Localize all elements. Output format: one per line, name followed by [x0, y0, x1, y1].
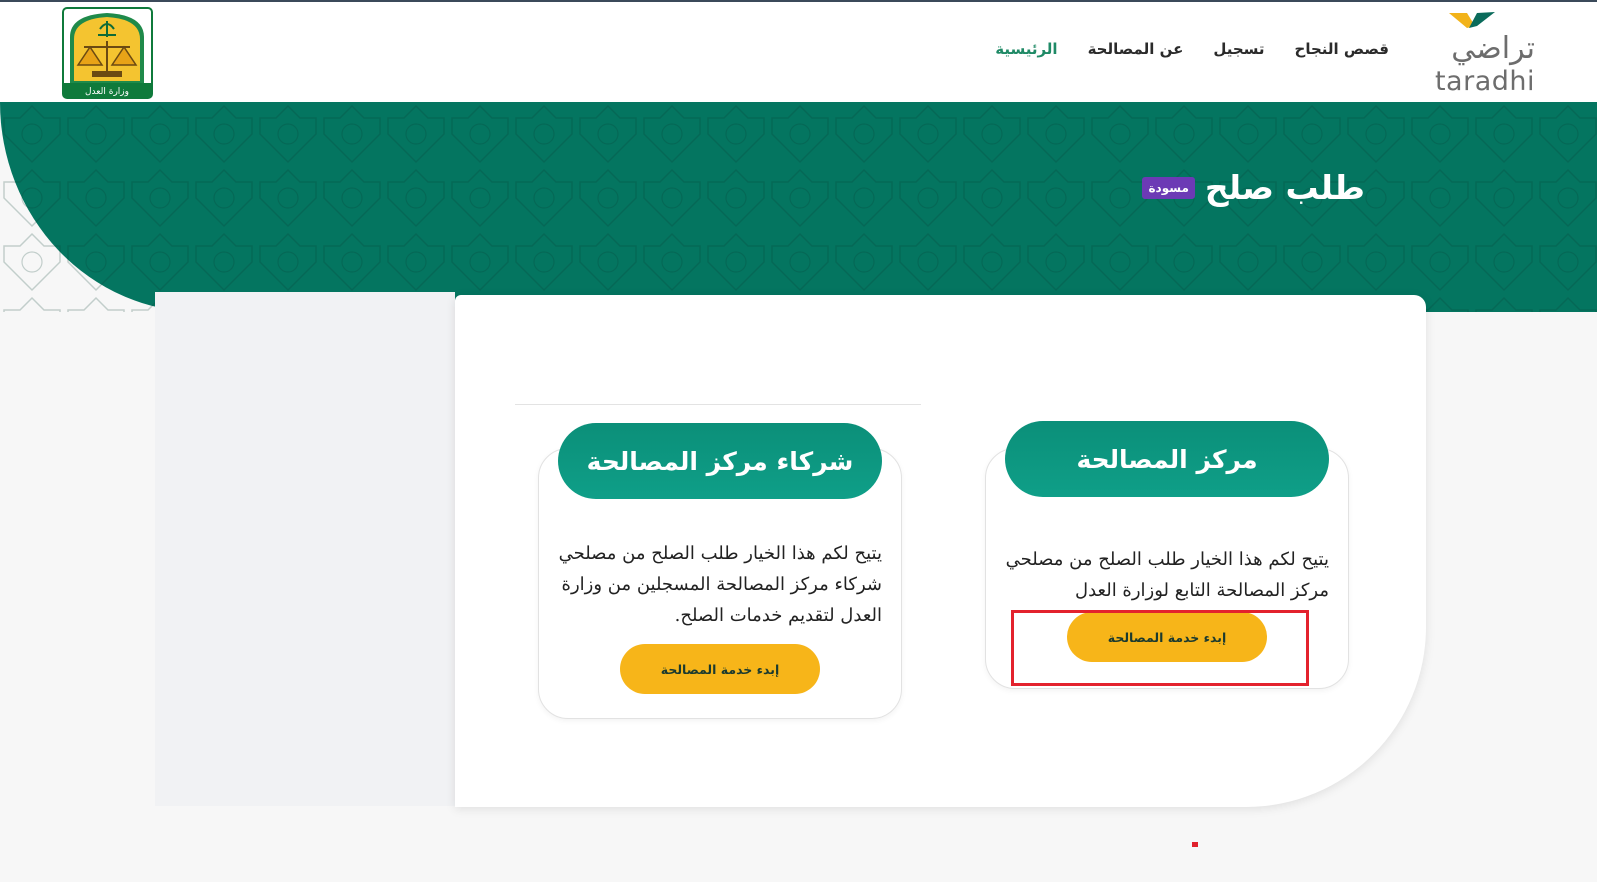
main-nav: الرئيسية عن المصالحة تسجيل قصص النجاح — [995, 40, 1389, 58]
page-title: طلب صلح — [1204, 168, 1365, 207]
section-divider — [515, 404, 921, 405]
option-title-partners: شركاء مركز المصالحة — [558, 423, 882, 499]
banner-background — [0, 102, 1597, 312]
ministry-of-justice-logo[interactable]: وزارة العدل — [62, 7, 153, 99]
site-header: تراضي taradhi الرئيسية عن المصالحة تسجيل… — [0, 2, 1597, 102]
banner-pattern — [0, 102, 1597, 312]
page-banner: طلب صلح مسودة — [0, 102, 1597, 312]
highlight-box — [1011, 610, 1309, 686]
status-badge: مسودة — [1142, 176, 1195, 199]
taradhi-logo[interactable]: تراضي taradhi — [1425, 8, 1535, 98]
page-title-area: طلب صلح مسودة — [1142, 168, 1365, 207]
red-marker — [1192, 842, 1198, 847]
ministry-logo-text: وزارة العدل — [85, 87, 129, 97]
nav-success-stories[interactable]: قصص النجاح — [1295, 40, 1389, 58]
option-description-partners: يتيح لكم هذا الخيار طلب الصلح من مصلحي ش… — [558, 543, 882, 626]
nav-about[interactable]: عن المصالحة — [1088, 40, 1184, 58]
brand-arabic: تراضي — [1451, 31, 1535, 66]
option-title-center: مركز المصالحة — [1005, 421, 1329, 497]
brand-english: taradhi — [1434, 66, 1535, 97]
option-description-center: يتيح لكم هذا الخيار طلب الصلح من مصلحي م… — [1005, 549, 1329, 601]
start-service-button-partners[interactable]: إبدء خدمة المصالحة — [620, 644, 820, 694]
nav-home[interactable]: الرئيسية — [995, 40, 1057, 58]
side-panel — [155, 292, 455, 806]
nav-register[interactable]: تسجيل — [1213, 40, 1264, 58]
